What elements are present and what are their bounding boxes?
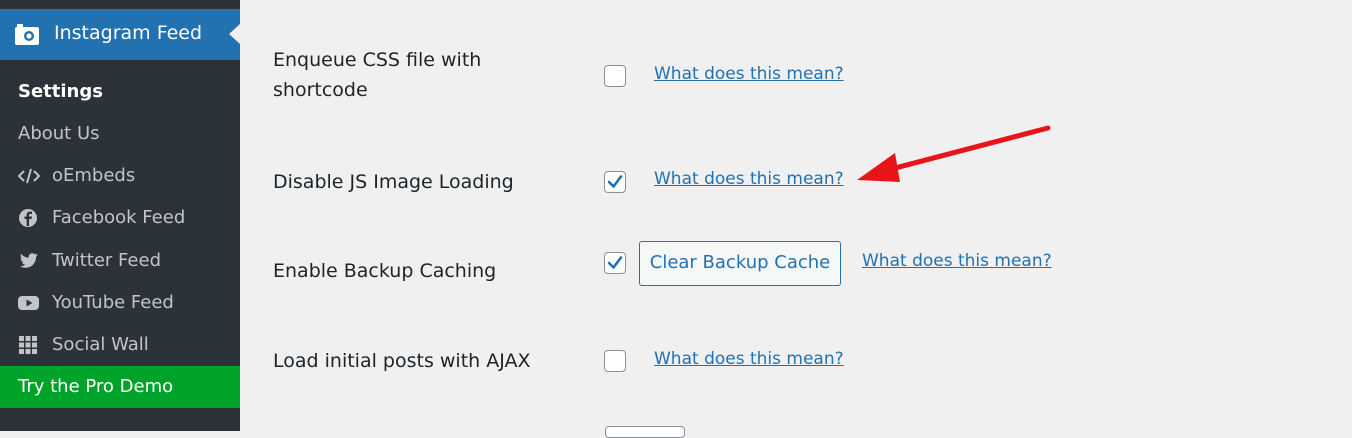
checkmark-icon [607,175,623,188]
sidebar-item-label: Settings [18,81,103,102]
label-line: shortcode [273,79,368,101]
clear-backup-cache-button[interactable]: Clear Backup Cache [639,241,841,286]
label-line: Enqueue CSS file with [273,49,482,71]
help-link-ajax-load[interactable]: What does this mean? [654,349,844,369]
help-link-backup-caching[interactable]: What does this mean? [862,251,1052,271]
youtube-icon [18,296,39,310]
help-link-disable-js[interactable]: What does this mean? [654,169,844,189]
setting-label-disable-js: Disable JS Image Loading [273,171,514,193]
sidebar-top-strip [0,0,240,9]
code-icon [18,168,40,184]
sidebar-item-label: About Us [18,123,100,144]
sidebar-item-twitter-feed[interactable]: Twitter Feed [0,240,240,282]
sidebar-item-settings[interactable]: Settings [0,71,240,113]
setting-label-ajax-load: Load initial posts with AJAX [273,350,531,372]
sidebar-item-label: Social Wall [52,334,149,355]
red-arrow-annotation [857,125,1051,182]
partial-input-field[interactable] [605,426,685,438]
sidebar-item-label: oEmbeds [52,165,136,186]
settings-content: Enqueue CSS file with shortcode What doe… [240,0,1352,438]
backup-caching-checkbox[interactable] [604,252,626,274]
admin-sidebar: Instagram Feed Settings About Us oEmbeds… [0,0,240,431]
sidebar-item-about-us[interactable]: About Us [0,113,240,155]
sidebar-item-label: Facebook Feed [52,207,186,228]
sidebar-item-label: Try the Pro Demo [18,376,174,397]
disable-js-checkbox[interactable] [604,171,626,193]
sidebar-item-try-pro-demo[interactable]: Try the Pro Demo [0,366,240,408]
menu-title: Instagram Feed [54,22,203,44]
ajax-load-checkbox[interactable] [604,350,626,372]
setting-label-backup-caching: Enable Backup Caching [273,260,497,282]
twitter-icon [19,253,38,268]
help-link-enqueue-css[interactable]: What does this mean? [654,64,844,84]
camera-icon [15,24,39,45]
sidebar-item-oembeds[interactable]: oEmbeds [0,155,240,197]
grid-icon [19,336,37,354]
facebook-icon [19,209,37,227]
checkmark-icon [607,256,623,269]
setting-label-enqueue-css: Enqueue CSS file with shortcode [273,45,481,105]
menu-instagram-feed[interactable]: Instagram Feed [0,9,240,60]
sidebar-item-social-wall[interactable]: Social Wall [0,324,240,366]
sidebar-item-label: YouTube Feed [52,292,174,313]
sidebar-item-label: Twitter Feed [52,250,161,271]
submenu: Settings About Us oEmbeds Facebook Feed [0,60,240,431]
sidebar-item-youtube-feed[interactable]: YouTube Feed [0,282,240,324]
enqueue-css-checkbox[interactable] [604,65,626,87]
current-menu-pointer [229,24,240,44]
sidebar-item-facebook-feed[interactable]: Facebook Feed [0,197,240,239]
